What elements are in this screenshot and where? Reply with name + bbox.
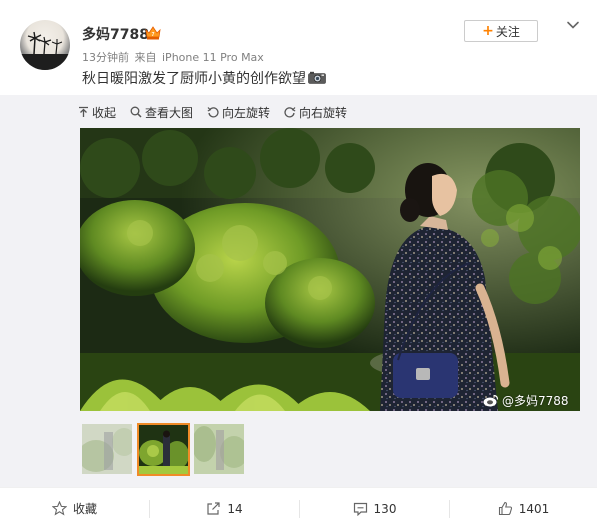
thumbnail-3[interactable] xyxy=(194,424,244,474)
collapse-arrow-icon xyxy=(79,106,88,117)
svg-text:7: 7 xyxy=(152,32,155,38)
camera-emoji-icon xyxy=(308,71,326,84)
favorite-button[interactable]: 收藏 xyxy=(0,488,149,528)
share-icon xyxy=(207,502,220,515)
star-icon xyxy=(51,501,67,516)
view-large-button[interactable]: 查看大图 xyxy=(130,104,193,121)
follow-label: 关注 xyxy=(495,24,520,39)
view-large-label: 查看大图 xyxy=(145,105,194,120)
thumbnail-2-selected[interactable] xyxy=(137,423,190,476)
comment-count: 130 xyxy=(373,501,397,516)
follow-button[interactable]: + 关注 xyxy=(464,20,538,42)
post-photo[interactable] xyxy=(80,128,580,411)
chevron-down-icon[interactable] xyxy=(566,18,580,32)
like-count: 1401 xyxy=(518,501,550,516)
comment-button[interactable]: 130 xyxy=(300,488,449,528)
photo-garden-woman xyxy=(80,128,580,411)
rotate-right-button[interactable]: 向右旋转 xyxy=(284,104,347,121)
follow-plus-icon: + xyxy=(482,23,494,39)
avatar[interactable] xyxy=(20,20,70,70)
post-text-content: 秋日暖阳激发了厨师小黄的创作欲望 xyxy=(82,71,306,87)
rotate-left-button[interactable]: 向左旋转 xyxy=(207,104,270,121)
thumbnail-image xyxy=(139,425,188,474)
thumbs-up-icon xyxy=(498,501,512,516)
thumbnail-image xyxy=(82,424,132,474)
comment-icon xyxy=(353,502,367,516)
collapse-label: 收起 xyxy=(92,105,117,120)
repost-count: 14 xyxy=(227,501,243,516)
post-text: 秋日暖阳激发了厨师小黄的创作欲望 xyxy=(82,68,326,88)
vip-crown-icon[interactable]: 7 xyxy=(145,26,161,40)
rotate-left-label: 向左旋转 xyxy=(222,105,271,120)
username[interactable]: 多妈7788 xyxy=(82,24,149,44)
post-time[interactable]: 13分钟前 xyxy=(82,51,129,64)
rotate-right-label: 向右旋转 xyxy=(299,105,348,120)
source-prefix: 来自 xyxy=(134,51,157,64)
repost-button[interactable]: 14 xyxy=(150,488,299,528)
favorite-label: 收藏 xyxy=(72,502,97,516)
magnifier-icon xyxy=(130,106,142,118)
action-bar: 收藏 14 130 1401 xyxy=(0,487,597,528)
rotate-right-icon xyxy=(284,107,296,118)
post-device[interactable]: iPhone 11 Pro Max xyxy=(162,51,264,64)
photo-watermark: @多妈7788 xyxy=(483,392,569,409)
image-toolbar: 收起 查看大图 向左旋转 向右旋转 xyxy=(78,104,361,120)
watermark-text: @多妈7788 xyxy=(502,394,569,408)
thumbnail-image xyxy=(194,424,244,474)
rotate-left-icon xyxy=(207,107,219,118)
collapse-button[interactable]: 收起 xyxy=(78,104,116,121)
post-meta: 13分钟前 来自 iPhone 11 Pro Max xyxy=(82,49,266,65)
thumbnail-1[interactable] xyxy=(82,424,132,474)
like-button[interactable]: 1401 xyxy=(450,488,597,528)
weibo-logo-icon xyxy=(483,394,499,407)
avatar-image xyxy=(20,31,70,70)
